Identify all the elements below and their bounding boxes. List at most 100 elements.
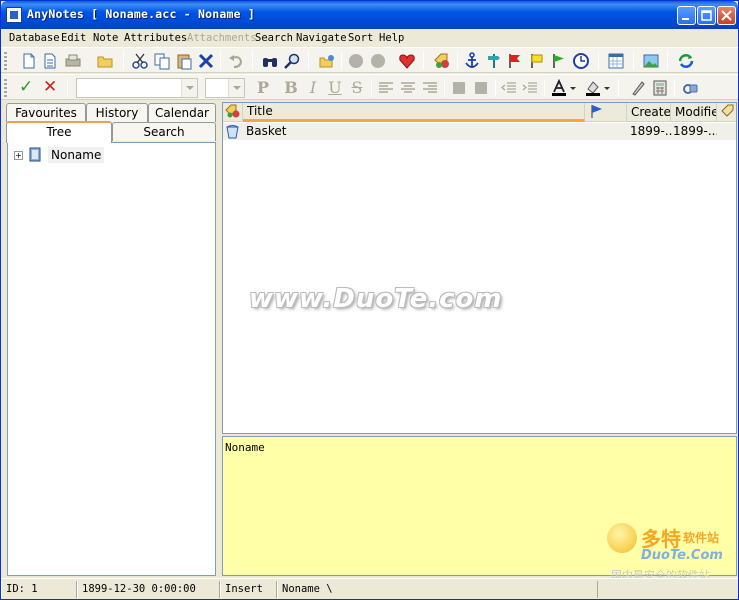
- tags-icon[interactable]: [433, 52, 451, 70]
- menu-attachments[interactable]: Attachments: [183, 29, 261, 47]
- column-title[interactable]: Title: [243, 103, 585, 122]
- maximize-icon: [701, 10, 712, 21]
- green-flag-icon[interactable]: [550, 52, 568, 70]
- menu-note[interactable]: Note: [89, 29, 122, 47]
- note-text[interactable]: Noname: [225, 441, 265, 454]
- open-folders-icon[interactable]: [318, 52, 336, 70]
- chevron-down-icon[interactable]: [181, 79, 197, 97]
- toolbar-separator: [444, 79, 445, 97]
- circle-gray-icon[interactable]: [369, 52, 387, 70]
- menu-database[interactable]: Database: [5, 29, 64, 47]
- cancel-icon[interactable]: ✕: [43, 77, 57, 97]
- cut-icon[interactable]: [131, 52, 149, 70]
- column-created[interactable]: Created: [627, 103, 671, 122]
- plain-text-button[interactable]: P: [253, 78, 273, 98]
- print-icon[interactable]: [64, 52, 82, 70]
- new-document-icon[interactable]: [41, 52, 59, 70]
- status-id: ID: 1: [1, 581, 77, 598]
- delete-icon[interactable]: [197, 52, 215, 70]
- strikethrough-button[interactable]: S: [347, 78, 367, 98]
- clock-icon[interactable]: [572, 52, 590, 70]
- menu-search[interactable]: Search: [251, 29, 297, 47]
- toolbar-separator: [674, 79, 675, 97]
- block-square-icon[interactable]: [472, 79, 490, 97]
- tab-calendar[interactable]: Calendar: [148, 103, 216, 122]
- toolbar-separator: [495, 79, 496, 97]
- menu-navigate[interactable]: Navigate: [292, 29, 351, 47]
- tree-node-label[interactable]: Noname: [48, 147, 105, 163]
- notes-tree[interactable]: + Noname: [7, 142, 216, 576]
- block-square-icon[interactable]: [450, 79, 468, 97]
- toolbar-separator: [308, 52, 309, 70]
- calendar-grid-icon[interactable]: [607, 52, 625, 70]
- tab-favourites[interactable]: Favourites: [6, 103, 86, 122]
- underline-button[interactable]: U: [325, 78, 345, 98]
- table-row[interactable]: Basket 1899-... 1899-...: [223, 123, 736, 140]
- status-datetime: 1899-12-30 0:00:00: [77, 581, 220, 598]
- anchor-icon[interactable]: [463, 52, 481, 70]
- font-color-icon[interactable]: [550, 79, 568, 97]
- menu-edit[interactable]: Edit: [57, 29, 90, 47]
- find-binoculars-icon[interactable]: [261, 52, 279, 70]
- watermark-text: www.DuoTe.com: [249, 284, 503, 314]
- notes-list: Title Created Modified Basket 1899-... 1…: [222, 102, 737, 434]
- undo-icon[interactable]: [227, 52, 245, 70]
- status-path: Noname \: [277, 581, 598, 598]
- outdent-icon[interactable]: [500, 79, 518, 97]
- toolbar-separator: [618, 79, 619, 97]
- column-flag[interactable]: [585, 103, 627, 122]
- toolbar-separator: [341, 52, 342, 70]
- new-note-icon[interactable]: [20, 52, 38, 70]
- refresh-icon[interactable]: [677, 52, 695, 70]
- chevron-down-icon[interactable]: [568, 79, 578, 97]
- app-icon[interactable]: [6, 7, 22, 23]
- red-flag-icon[interactable]: [506, 52, 524, 70]
- tab-search[interactable]: Search: [112, 122, 216, 141]
- circle-gray-icon[interactable]: [347, 52, 365, 70]
- minimize-icon: [682, 18, 689, 20]
- indent-icon[interactable]: [521, 79, 539, 97]
- align-right-icon[interactable]: [421, 79, 439, 97]
- open-folder-icon[interactable]: [96, 52, 114, 70]
- maximize-button[interactable]: [697, 6, 716, 25]
- encryption-icon[interactable]: [681, 79, 699, 97]
- column-tags[interactable]: [223, 103, 243, 122]
- minimize-button[interactable]: [677, 6, 696, 25]
- expand-icon[interactable]: +: [14, 151, 23, 160]
- paste-icon[interactable]: [175, 52, 193, 70]
- toolbar-separator: [123, 52, 124, 70]
- toolbar-separator: [67, 79, 68, 97]
- italic-button[interactable]: I: [303, 78, 323, 98]
- tab-history[interactable]: History: [86, 103, 148, 122]
- close-button[interactable]: [717, 6, 736, 25]
- toolbar-grip[interactable]: [4, 79, 7, 97]
- menu-sort[interactable]: Sort: [344, 29, 377, 47]
- menu-bar: Database Edit Note Attributes Attachment…: [1, 29, 738, 47]
- column-modified[interactable]: Modified: [671, 103, 717, 122]
- bold-button[interactable]: B: [281, 78, 301, 98]
- font-size-combo[interactable]: [205, 78, 245, 98]
- chevron-down-icon[interactable]: [228, 79, 244, 97]
- menu-attributes[interactable]: Attributes: [120, 29, 191, 47]
- font-name-combo[interactable]: [76, 78, 198, 98]
- highlight-color-icon[interactable]: [584, 79, 602, 97]
- calculator-icon[interactable]: [651, 79, 669, 97]
- yellow-flag-icon[interactable]: [528, 52, 546, 70]
- title-bar[interactable]: AnyNotes [ Noname.acc - Noname ]: [1, 1, 738, 29]
- accept-icon[interactable]: ✓: [19, 77, 33, 97]
- tab-tree[interactable]: Tree: [6, 121, 112, 143]
- menu-help[interactable]: Help: [375, 29, 408, 47]
- chevron-down-icon[interactable]: [602, 79, 612, 97]
- copy-icon[interactable]: [153, 52, 171, 70]
- notebook-icon: [29, 147, 41, 162]
- toolbar-separator: [544, 79, 545, 97]
- find-magnifier-icon[interactable]: [283, 52, 301, 70]
- column-chooser[interactable]: [717, 103, 736, 122]
- signpost-icon[interactable]: [485, 52, 503, 70]
- align-left-icon[interactable]: [377, 79, 395, 97]
- picture-icon[interactable]: [642, 52, 660, 70]
- align-center-icon[interactable]: [399, 79, 417, 97]
- heart-icon[interactable]: [398, 52, 416, 70]
- spell-check-icon[interactable]: [629, 79, 647, 97]
- toolbar-grip[interactable]: [4, 52, 7, 70]
